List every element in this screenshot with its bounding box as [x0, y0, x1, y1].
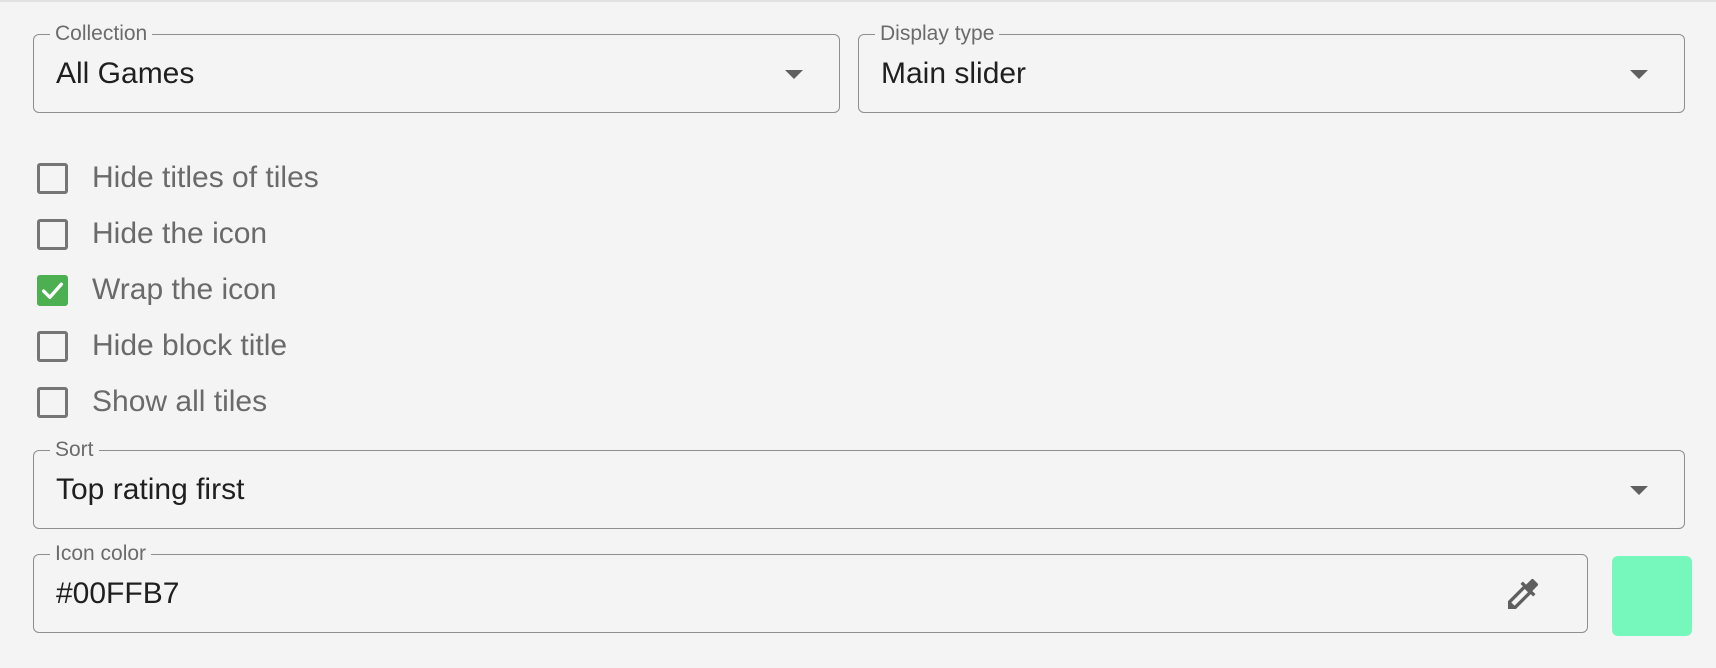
- display-type-label: Display type: [875, 22, 1000, 46]
- checkmark-icon: [41, 282, 64, 299]
- option-label: Hide the icon: [92, 217, 268, 250]
- option-label: Hide titles of tiles: [92, 161, 319, 194]
- chevron-down-icon: [1630, 485, 1648, 495]
- chevron-down-icon: [1630, 69, 1648, 79]
- sort-value: Top rating first: [56, 472, 245, 506]
- option-hide-titles-of-tiles[interactable]: Hide titles of tiles: [37, 160, 319, 196]
- checkbox[interactable]: [37, 330, 68, 362]
- option-hide-block-title[interactable]: Hide block title: [37, 328, 287, 364]
- option-label: Wrap the icon: [92, 273, 277, 306]
- checkbox[interactable]: [37, 218, 68, 250]
- eyedropper-icon[interactable]: [1503, 574, 1543, 614]
- option-label: Show all tiles: [92, 385, 268, 418]
- option-wrap-the-icon[interactable]: Wrap the icon: [37, 272, 277, 308]
- collection-label: Collection: [50, 22, 153, 46]
- option-label: Hide block title: [92, 329, 288, 362]
- collection-select[interactable]: Collection All Games: [33, 22, 840, 113]
- icon-color-input[interactable]: Icon color #00FFB7: [33, 542, 1588, 633]
- checkbox[interactable]: [37, 274, 68, 306]
- collection-value: All Games: [56, 56, 195, 90]
- checkbox[interactable]: [37, 162, 68, 194]
- display-type-select[interactable]: Display type Main slider: [858, 22, 1685, 113]
- chevron-down-icon: [785, 69, 803, 79]
- icon-color-value[interactable]: #00FFB7: [56, 576, 179, 612]
- checkbox[interactable]: [37, 386, 68, 418]
- option-hide-the-icon[interactable]: Hide the icon: [37, 216, 267, 252]
- sort-label: Sort: [50, 438, 99, 462]
- display-type-value: Main slider: [881, 56, 1027, 90]
- top-divider: [0, 0, 1716, 2]
- option-show-all-tiles[interactable]: Show all tiles: [37, 384, 267, 420]
- sort-select[interactable]: Sort Top rating first: [33, 438, 1685, 529]
- color-swatch[interactable]: [1612, 556, 1692, 636]
- icon-color-label: Icon color: [50, 542, 152, 566]
